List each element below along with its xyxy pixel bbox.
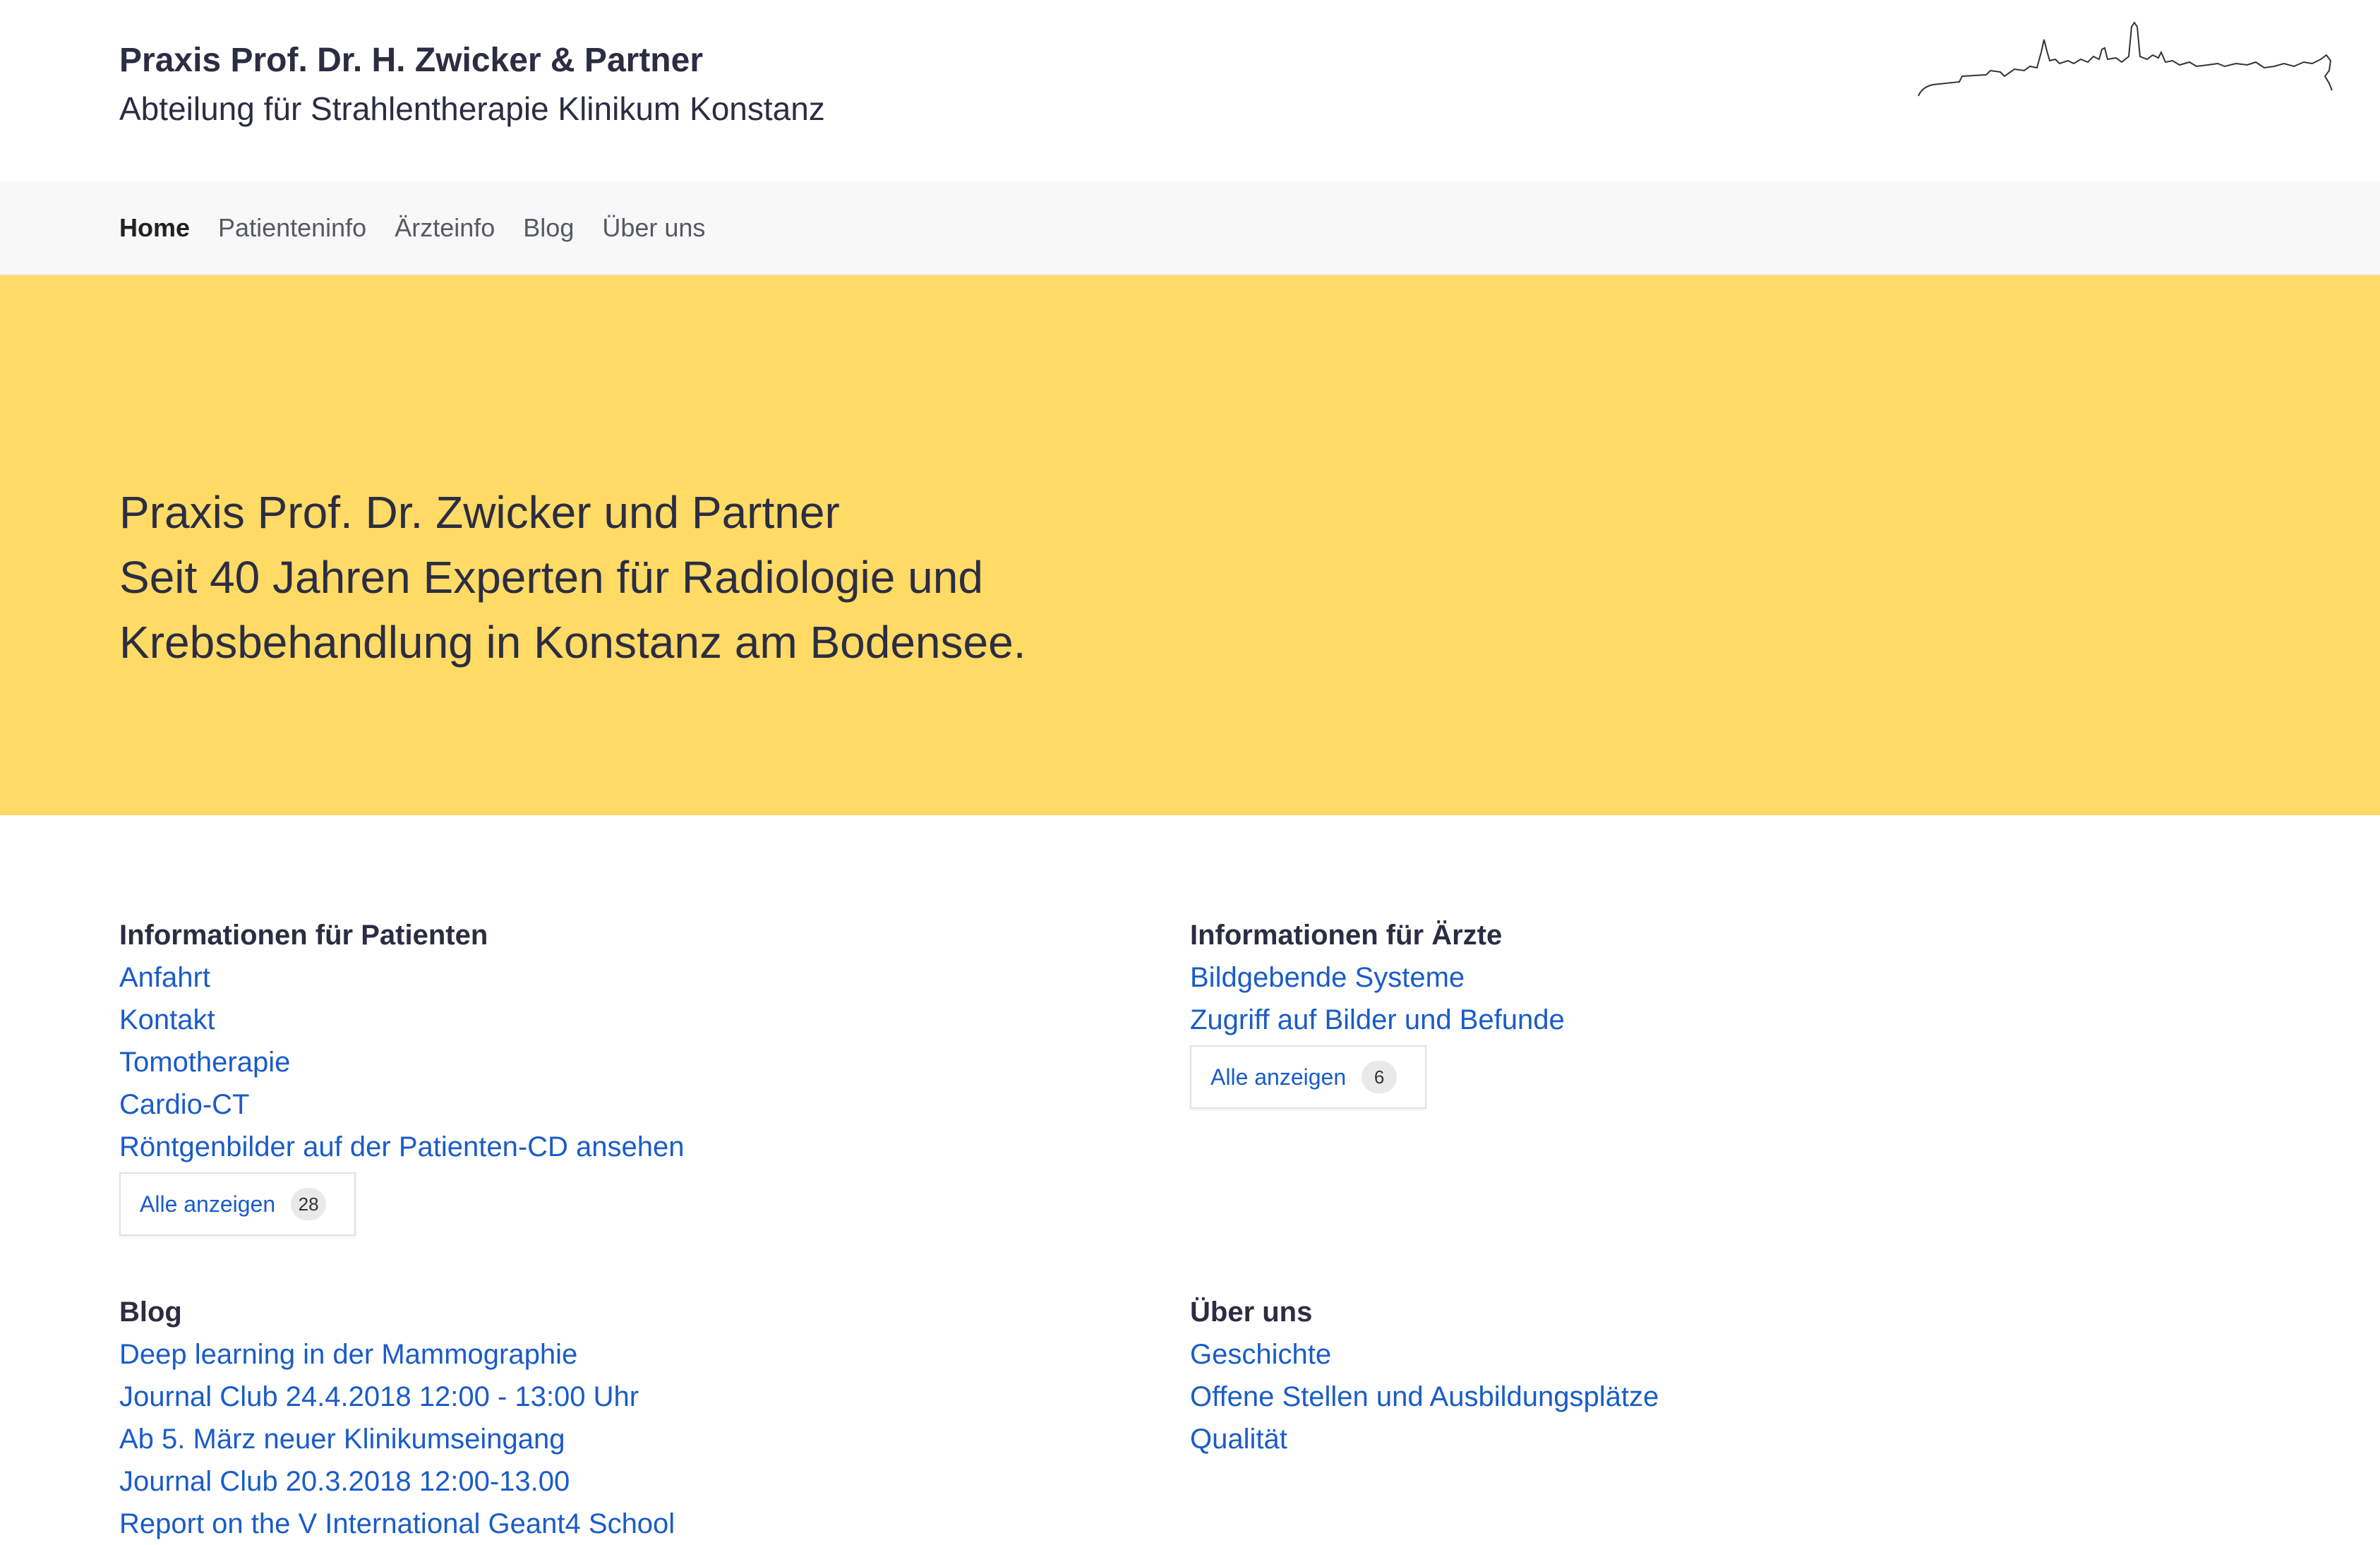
- link-list-about: Geschichte Offene Stellen und Ausbildung…: [1190, 1333, 2108, 1460]
- nav-list: Home Patienteninfo Ärzteinfo Blog Über u…: [119, 181, 733, 274]
- link-bildgebende-systeme[interactable]: Bildgebende Systeme: [1190, 956, 2108, 999]
- konstanz-skyline-icon[interactable]: [1917, 20, 2336, 104]
- section-doctors: Informationen für Ärzte Bildgebende Syst…: [1190, 914, 2108, 1109]
- nav-item-blog[interactable]: Blog: [523, 213, 574, 243]
- link-qualitaet[interactable]: Qualität: [1190, 1418, 2108, 1460]
- nav-item-ueber-uns[interactable]: Über uns: [602, 213, 705, 243]
- section-blog: Blog Deep learning in der Mammographie J…: [119, 1291, 1037, 1545]
- section-title-doctors: Informationen für Ärzte: [1190, 920, 1503, 951]
- link-roentgenbilder[interactable]: Röntgenbilder auf der Patienten-CD anseh…: [119, 1126, 1037, 1168]
- blog-post-link[interactable]: Ab 5. März neuer Klinikumseingang: [119, 1418, 1037, 1460]
- link-list-patients: Anfahrt Kontakt Tomotherapie Cardio-CT R…: [119, 956, 1037, 1168]
- hero-banner: Praxis Prof. Dr. Zwicker und Partner Sei…: [0, 275, 2380, 815]
- section-title-about: Über uns: [1190, 1297, 1313, 1328]
- link-list-blog: Deep learning in der Mammographie Journa…: [119, 1333, 1037, 1545]
- section-about: Über uns Geschichte Offene Stellen und A…: [1190, 1291, 2108, 1460]
- link-geschichte[interactable]: Geschichte: [1190, 1333, 2108, 1376]
- site-subtitle: Abteilung für Strahlentherapie Klinikum …: [119, 90, 825, 127]
- hero-line-1: Praxis Prof. Dr. Zwicker und Partner: [119, 487, 840, 538]
- show-all-doctors-button[interactable]: Alle anzeigen 6: [1190, 1045, 1427, 1109]
- blog-post-link[interactable]: Journal Club 20.3.2018 12:00-13.00: [119, 1460, 1037, 1503]
- show-all-label: Alle anzeigen: [1210, 1064, 1347, 1090]
- site-header: Praxis Prof. Dr. H. Zwicker & Partner Ab…: [0, 0, 2380, 181]
- blog-post-link[interactable]: Report on the V International Geant4 Sch…: [119, 1503, 1037, 1545]
- section-title-patients: Informationen für Patienten: [119, 920, 488, 951]
- hero-line-3: Krebsbehandlung in Konstanz am Bodensee.: [119, 617, 1026, 668]
- blog-post-link[interactable]: Journal Club 24.4.2018 12:00 - 13:00 Uhr: [119, 1376, 1037, 1418]
- nav-item-home[interactable]: Home: [119, 213, 190, 243]
- link-offene-stellen[interactable]: Offene Stellen und Ausbildungsplätze: [1190, 1376, 2108, 1418]
- nav-toggle-button[interactable]: [2304, 210, 2346, 246]
- count-badge: 28: [291, 1188, 327, 1220]
- nav-item-aerzteinfo[interactable]: Ärzteinfo: [395, 213, 495, 243]
- blog-post-link[interactable]: Deep learning in der Mammographie: [119, 1333, 1037, 1376]
- link-tomotherapie[interactable]: Tomotherapie: [119, 1041, 1037, 1083]
- link-kontakt[interactable]: Kontakt: [119, 999, 1037, 1041]
- section-patients: Informationen für Patienten Anfahrt Kont…: [119, 914, 1037, 1236]
- link-anfahrt[interactable]: Anfahrt: [119, 956, 1037, 999]
- section-title-blog: Blog: [119, 1297, 182, 1328]
- hero-line-2: Seit 40 Jahren Experten für Radiologie u…: [119, 552, 983, 603]
- show-all-label: Alle anzeigen: [140, 1191, 276, 1217]
- link-list-doctors: Bildgebende Systeme Zugriff auf Bilder u…: [1190, 956, 2108, 1041]
- link-cardio-ct[interactable]: Cardio-CT: [119, 1083, 1037, 1126]
- main-navbar: Home Patienteninfo Ärzteinfo Blog Über u…: [0, 181, 2380, 275]
- site-title[interactable]: Praxis Prof. Dr. H. Zwicker & Partner: [119, 40, 703, 82]
- count-badge: 6: [1362, 1061, 1398, 1093]
- link-zugriff-bilder[interactable]: Zugriff auf Bilder und Befunde: [1190, 999, 2108, 1041]
- nav-item-patienteninfo[interactable]: Patienteninfo: [218, 213, 366, 243]
- show-all-patients-button[interactable]: Alle anzeigen 28: [119, 1172, 356, 1236]
